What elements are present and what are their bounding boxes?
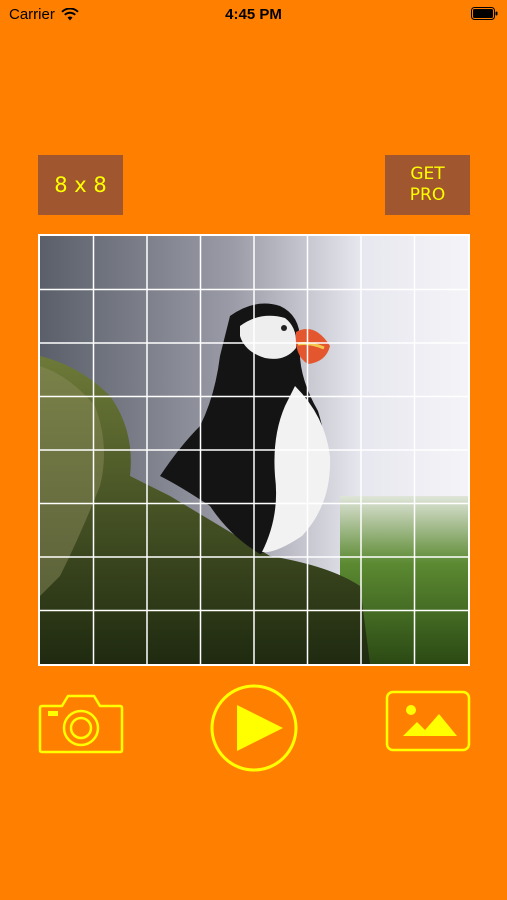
status-time: 4:45 PM bbox=[225, 6, 282, 23]
status-bar: Carrier 4:45 PM bbox=[0, 0, 507, 30]
puffin-image bbox=[40, 236, 468, 664]
image-icon[interactable] bbox=[385, 690, 471, 752]
get-pro-label-line2: PRO bbox=[409, 185, 446, 205]
battery-icon bbox=[471, 7, 498, 20]
grid-size-button[interactable]: 8 x 8 bbox=[38, 155, 123, 215]
puzzle-board[interactable] bbox=[38, 234, 470, 666]
grid-size-label: 8 x 8 bbox=[54, 173, 107, 197]
camera-icon[interactable] bbox=[38, 692, 124, 754]
get-pro-button[interactable]: GET PRO bbox=[385, 155, 470, 215]
get-pro-label-line1: GET bbox=[410, 164, 445, 184]
play-icon[interactable] bbox=[209, 683, 299, 773]
